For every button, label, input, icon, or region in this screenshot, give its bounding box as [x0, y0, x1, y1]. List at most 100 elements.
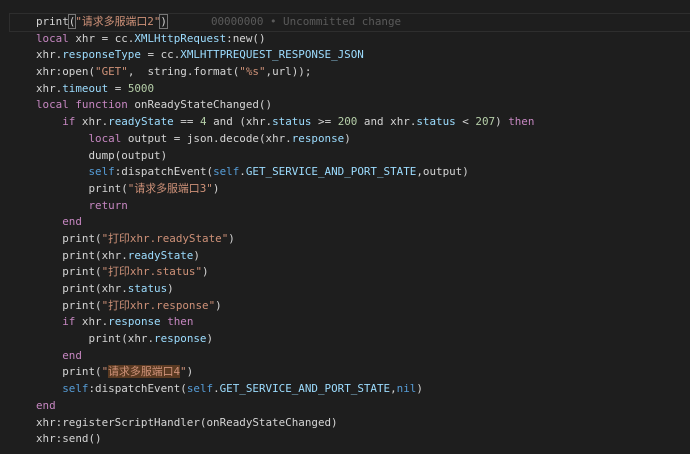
- code-token: XMLHTTPREQUEST_RESPONSE_JSON: [180, 48, 364, 62]
- code-token: xhr.: [36, 48, 63, 62]
- code-token: print(: [36, 181, 128, 195]
- code-line[interactable]: print(xhr.readyState): [0, 248, 690, 265]
- code-token: ==: [173, 115, 200, 129]
- code-token: responseType: [62, 48, 141, 62]
- code-token: print(: [36, 231, 102, 245]
- code-line[interactable]: xhr:open("GET", string.format("%s",url))…: [0, 64, 690, 81]
- code-token: readyState: [108, 115, 174, 129]
- code-token: then: [167, 315, 194, 329]
- code-line[interactable]: print("请求多服端口4"): [0, 364, 690, 381]
- code-token: "GET": [95, 65, 128, 79]
- code-line[interactable]: local xhr = cc.XMLHttpRequest:new(): [0, 31, 690, 48]
- code-line[interactable]: print("请求多服端口3"): [0, 181, 690, 198]
- code-token: self: [186, 382, 214, 396]
- code-token: status: [127, 282, 168, 295]
- code-token: print(xhr.: [36, 332, 155, 346]
- code-token: ): [344, 131, 351, 145]
- code-line[interactable]: xhr:send(): [0, 431, 690, 448]
- code-token: response: [108, 315, 161, 329]
- code-token: ): [212, 181, 220, 195]
- code-token: return: [88, 198, 128, 212]
- code-token: print(: [36, 298, 102, 312]
- code-token: dump(output): [36, 148, 168, 162]
- code-token: "%s": [239, 65, 266, 79]
- code-line[interactable]: return: [0, 198, 690, 215]
- code-line[interactable]: print("打印xhr.readyState"): [0, 231, 690, 248]
- code-token: ): [167, 282, 174, 295]
- code-token: , string.format(: [127, 65, 240, 79]
- code-token: xhr:send(): [36, 432, 102, 446]
- code-token: print: [36, 15, 69, 28]
- code-token: self: [62, 382, 89, 396]
- code-line[interactable]: print(xhr.status): [0, 281, 690, 298]
- code-line[interactable]: self:dispatchEvent(self.GET_SERVICE_AND_…: [0, 381, 690, 398]
- code-token: onReadyStateChanged(): [127, 98, 273, 112]
- code-token: "请求多服端口3": [127, 181, 213, 195]
- code-token: = cc.: [140, 48, 181, 62]
- code-token: >=: [311, 115, 338, 129]
- code-token: ): [202, 265, 209, 279]
- code-token: readyState: [127, 248, 194, 262]
- code-editor[interactable]: print("请求多服端口2") 00000000 • Uncommitted c…: [0, 13, 690, 448]
- code-line[interactable]: end: [0, 398, 690, 415]
- code-token: xhr.: [36, 81, 63, 95]
- code-line[interactable]: end: [0, 348, 690, 365]
- code-token: print(: [36, 265, 102, 279]
- code-token: if: [62, 315, 76, 329]
- code-token: "打印xhr.status": [101, 265, 203, 279]
- code-token: GET_SERVICE_AND_PORT_STATE: [219, 382, 391, 396]
- code-token: "请求多服端口2": [75, 15, 161, 28]
- code-line[interactable]: print("打印xhr.response"): [0, 298, 690, 315]
- code-token: print(: [36, 365, 102, 379]
- code-token: "打印xhr.response": [101, 298, 216, 312]
- code-token: if: [62, 115, 76, 129]
- code-token: response: [154, 332, 207, 346]
- code-token: ): [495, 115, 509, 129]
- code-line[interactable]: if xhr.response then: [0, 314, 690, 331]
- code-token: :dispatchEvent(: [88, 382, 187, 396]
- code-token: status: [416, 115, 456, 129]
- code-line[interactable]: xhr:registerScriptHandler(onReadyStateCh…: [0, 415, 690, 432]
- code-line[interactable]: print("请求多服端口2") 00000000 • Uncommitted c…: [9, 13, 690, 32]
- code-token: xhr:registerScriptHandler(onReadyStateCh…: [36, 415, 338, 429]
- code-token: end: [36, 398, 56, 412]
- code-token: and (xhr.: [206, 115, 273, 129]
- code-token: ): [206, 332, 214, 346]
- code-token: ): [416, 382, 423, 396]
- code-token: ): [186, 365, 194, 379]
- code-token: then: [508, 115, 535, 129]
- code-line[interactable]: print("打印xhr.status"): [0, 264, 690, 281]
- code-line[interactable]: local function onReadyStateChanged(): [0, 97, 690, 114]
- code-line[interactable]: if xhr.readyState == 4 and (xhr.status >…: [0, 114, 690, 131]
- code-token: 200: [337, 115, 358, 129]
- code-token: end: [62, 215, 82, 229]
- code-line[interactable]: xhr.timeout = 5000: [0, 81, 690, 98]
- code-token: self: [88, 165, 115, 179]
- code-token: self: [213, 165, 240, 179]
- code-token: XMLHttpRequest: [134, 31, 227, 45]
- code-token: end: [62, 348, 82, 362]
- code-token: ): [193, 248, 200, 262]
- code-token: ): [215, 298, 222, 312]
- code-token: 207: [475, 115, 496, 129]
- code-token: xhr = cc.: [68, 31, 135, 45]
- code-token: <: [455, 115, 476, 129]
- code-line[interactable]: dump(output): [0, 148, 690, 165]
- code-token: xhr.: [75, 315, 109, 329]
- code-token: print(xhr.: [36, 282, 128, 295]
- code-line[interactable]: xhr.responseType = cc.XMLHTTPREQUEST_RES…: [0, 47, 690, 64]
- code-line[interactable]: self:dispatchEvent(self.GET_SERVICE_AND_…: [0, 164, 690, 181]
- code-token: local: [88, 131, 122, 145]
- code-token: xhr:open(: [36, 65, 96, 79]
- code-line[interactable]: local output = json.decode(xhr.response): [0, 131, 690, 148]
- code-line[interactable]: end: [0, 214, 690, 231]
- code-line[interactable]: print(xhr.response): [0, 331, 690, 348]
- code-token: =: [108, 81, 128, 95]
- code-token: timeout: [62, 81, 109, 95]
